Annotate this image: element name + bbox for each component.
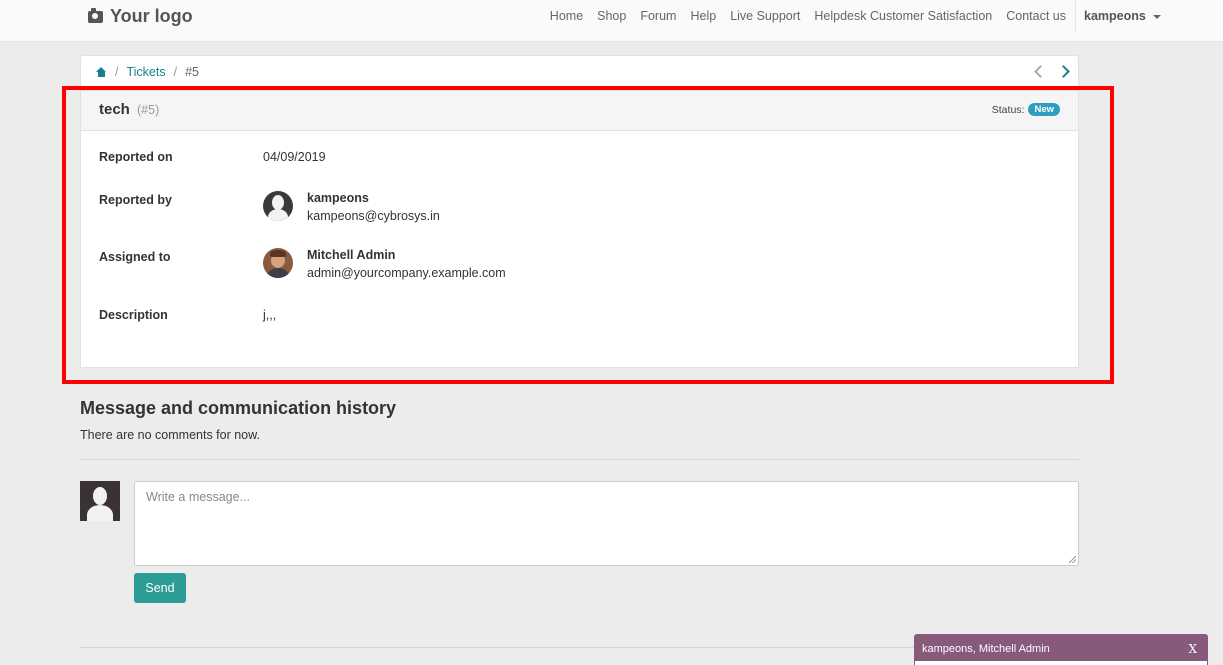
no-comments-text: There are no comments for now. (80, 428, 260, 442)
breadcrumb-current: #5 (185, 65, 199, 79)
message-history-title: Message and communication history (80, 398, 397, 418)
home-icon[interactable] (96, 67, 107, 77)
nav-shop[interactable]: Shop (590, 9, 633, 23)
nav-help[interactable]: Help (683, 9, 723, 23)
nav-helpdesk-satisfaction[interactable]: Helpdesk Customer Satisfaction (807, 9, 999, 23)
chat-title[interactable]: kampeons, Mitchell Admin (922, 643, 1050, 655)
caret-down-icon (1152, 14, 1161, 19)
avatar (80, 481, 120, 521)
top-navbar: Your logo Home Shop Forum Help Live Supp… (0, 0, 1223, 42)
user-name: kampeons (1084, 9, 1146, 23)
divider (80, 459, 1079, 460)
logo-text: Your logo (110, 6, 193, 26)
nav-contact-us[interactable]: Contact us (999, 9, 1073, 23)
close-icon[interactable]: X (1188, 642, 1197, 656)
record-pager (1034, 64, 1070, 78)
message-input[interactable] (134, 481, 1079, 566)
breadcrumb-tickets[interactable]: Tickets (126, 65, 165, 79)
nav-live-support[interactable]: Live Support (723, 9, 807, 23)
logo[interactable]: Your logo (88, 6, 193, 27)
nav-home[interactable]: Home (543, 9, 590, 23)
breadcrumb-separator: / (173, 65, 178, 79)
red-highlight-box (62, 86, 1114, 384)
chevron-right-icon[interactable] (1057, 65, 1070, 78)
send-button[interactable]: Send (134, 573, 186, 603)
camera-icon (88, 7, 103, 23)
main-menu: Home Shop Forum Help Live Support Helpde… (543, 0, 1161, 33)
breadcrumb: / Tickets / #5 (96, 65, 199, 79)
breadcrumb-separator: / (115, 65, 119, 79)
chevron-left-icon[interactable] (1034, 65, 1047, 78)
user-menu[interactable]: kampeons (1075, 0, 1168, 33)
resize-grip-icon[interactable] (1069, 556, 1076, 563)
nav-forum[interactable]: Forum (633, 9, 683, 23)
chat-window[interactable]: kampeons, Mitchell Admin X (914, 634, 1208, 665)
chat-body (915, 661, 1207, 665)
